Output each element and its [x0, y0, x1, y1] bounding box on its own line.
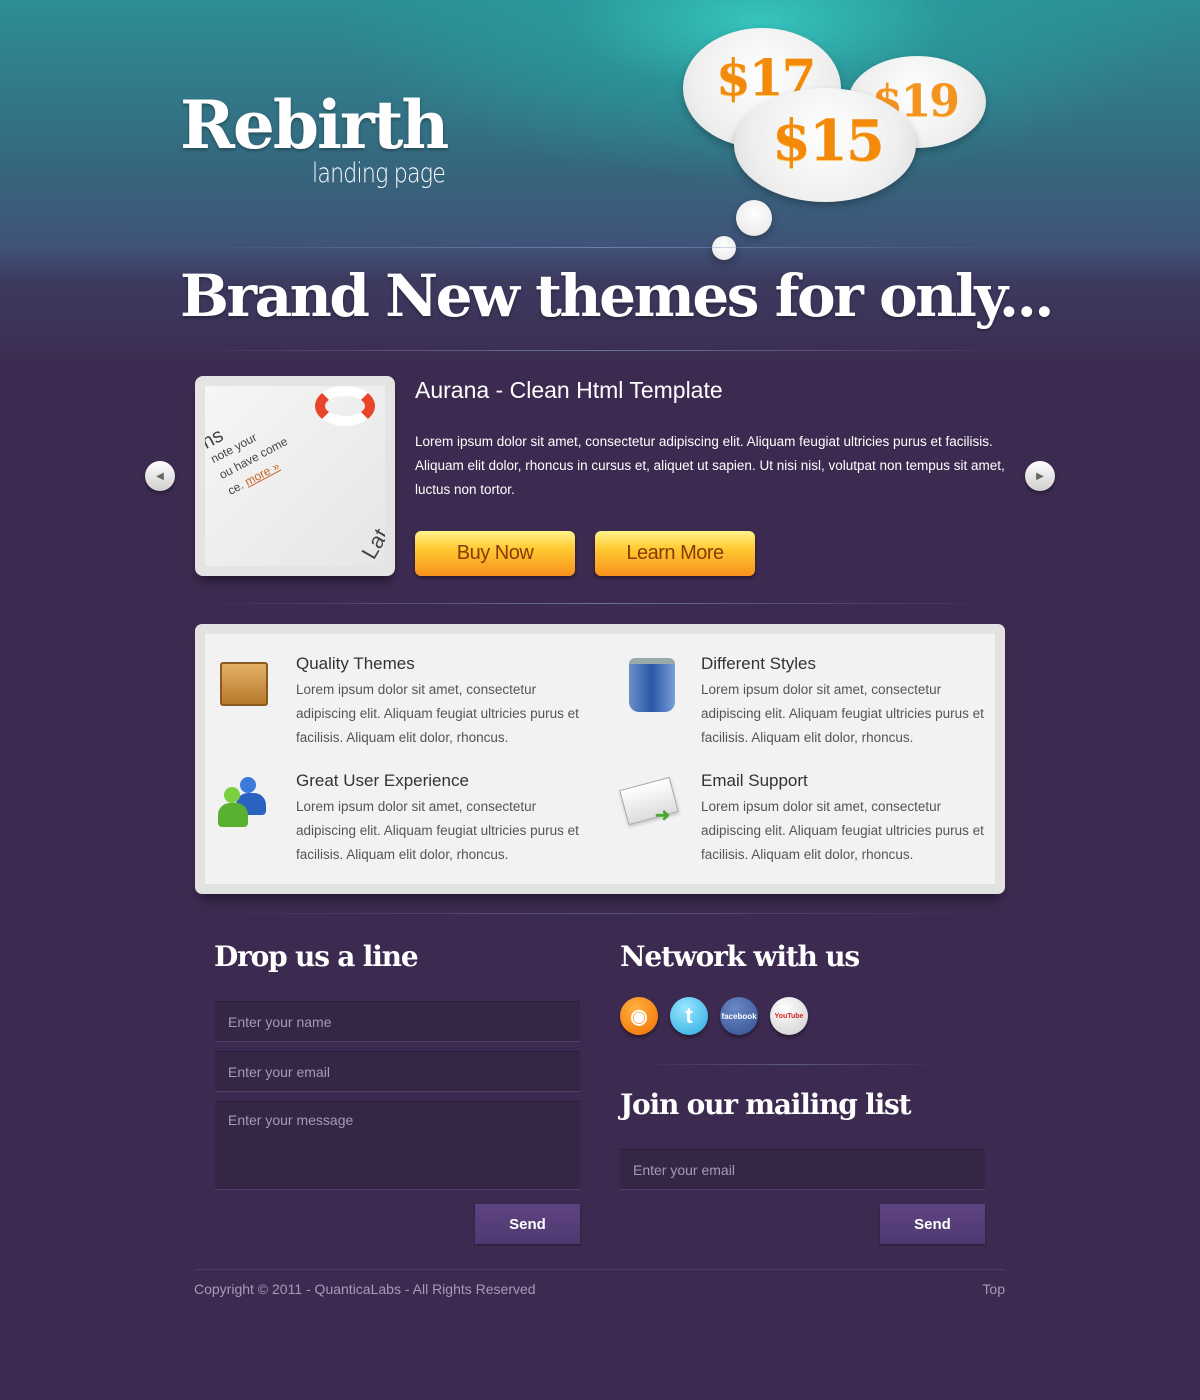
chevron-right-icon: ▶ — [1036, 470, 1044, 482]
slider-prev-button[interactable]: ◀ — [145, 461, 175, 491]
divider — [640, 1064, 940, 1065]
divider — [195, 913, 1005, 914]
youtube-icon[interactable]: YouTube — [770, 997, 808, 1035]
feature-title: Quality Themes — [296, 654, 415, 673]
logo: Rebirth — [180, 86, 449, 164]
headline: Brand New themes for only... — [180, 262, 1055, 330]
feature-title: Great User Experience — [296, 771, 469, 790]
feature-email-support: ➜ Email Support Lorem ipsum dolor sit am… — [619, 771, 1081, 867]
features-panel: Quality Themes Lorem ipsum dolor sit ame… — [195, 624, 1005, 894]
footer-divider — [195, 1269, 1005, 1270]
slider-next-button[interactable]: ▶ — [1025, 461, 1055, 491]
feature-text: Lorem ipsum dolor sit amet, consectetur … — [701, 682, 984, 745]
feature-text: Lorem ipsum dolor sit amet, consectetur … — [701, 799, 984, 862]
divider — [195, 603, 1005, 604]
feature-title: Email Support — [701, 771, 808, 790]
divider — [180, 247, 1020, 248]
top-link[interactable]: Top — [982, 1281, 1005, 1297]
facebook-icon[interactable]: facebook — [720, 997, 758, 1035]
paint-bucket-icon — [629, 658, 681, 714]
feature-quality-themes: Quality Themes Lorem ipsum dolor sit ame… — [220, 654, 676, 750]
lifebuoy-icon — [315, 386, 375, 426]
thumb-text: ce. — [225, 477, 247, 498]
email-input[interactable]: Enter your email — [215, 1051, 580, 1092]
facebook-label: facebook — [721, 1011, 757, 1021]
feature-great-user-experience: Great User Experience Lorem ipsum dolor … — [218, 771, 676, 867]
feature-different-styles: Different Styles Lorem ipsum dolor sit a… — [629, 654, 1081, 750]
name-input[interactable]: Enter your name — [215, 1001, 580, 1042]
learn-more-button[interactable]: Learn More — [595, 531, 755, 576]
mailing-email-input[interactable]: Enter your email — [620, 1149, 985, 1190]
copyright: Copyright © 2011 - QuanticaLabs - All Ri… — [194, 1281, 536, 1297]
slide-title: Aurana - Clean Html Template — [415, 377, 723, 403]
contact-title: Drop us a line — [214, 940, 419, 973]
envelope-icon: ➜ — [619, 776, 679, 839]
mailing-send-button[interactable]: Send — [880, 1204, 985, 1244]
rss-icon[interactable]: ◉ — [620, 997, 658, 1035]
contact-send-button[interactable]: Send — [475, 1204, 580, 1244]
chevron-left-icon: ◀ — [156, 470, 164, 482]
twitter-icon[interactable]: t — [670, 997, 708, 1035]
box-icon — [220, 662, 272, 718]
buy-now-button[interactable]: Buy Now — [415, 531, 575, 576]
youtube-label: YouTube — [774, 1012, 804, 1020]
message-textarea[interactable]: Enter your message — [215, 1101, 580, 1190]
divider — [180, 350, 1020, 351]
price-15: $15 — [772, 108, 885, 174]
feature-text: Lorem ipsum dolor sit amet, consectetur … — [296, 799, 579, 862]
mailing-title: Join our mailing list — [620, 1088, 912, 1121]
network-title: Network with us — [620, 940, 860, 973]
slide-description: Lorem ipsum dolor sit amet, consectetur … — [415, 434, 1005, 497]
users-icon — [218, 777, 270, 833]
feature-text: Lorem ipsum dolor sit amet, consectetur … — [296, 682, 579, 745]
thumb-text: Lat — [356, 524, 385, 564]
slide-thumbnail[interactable]: ns note your ou have come ce. more » Lat — [195, 376, 395, 576]
tagline: landing page — [312, 158, 446, 189]
feature-title: Different Styles — [701, 654, 816, 673]
